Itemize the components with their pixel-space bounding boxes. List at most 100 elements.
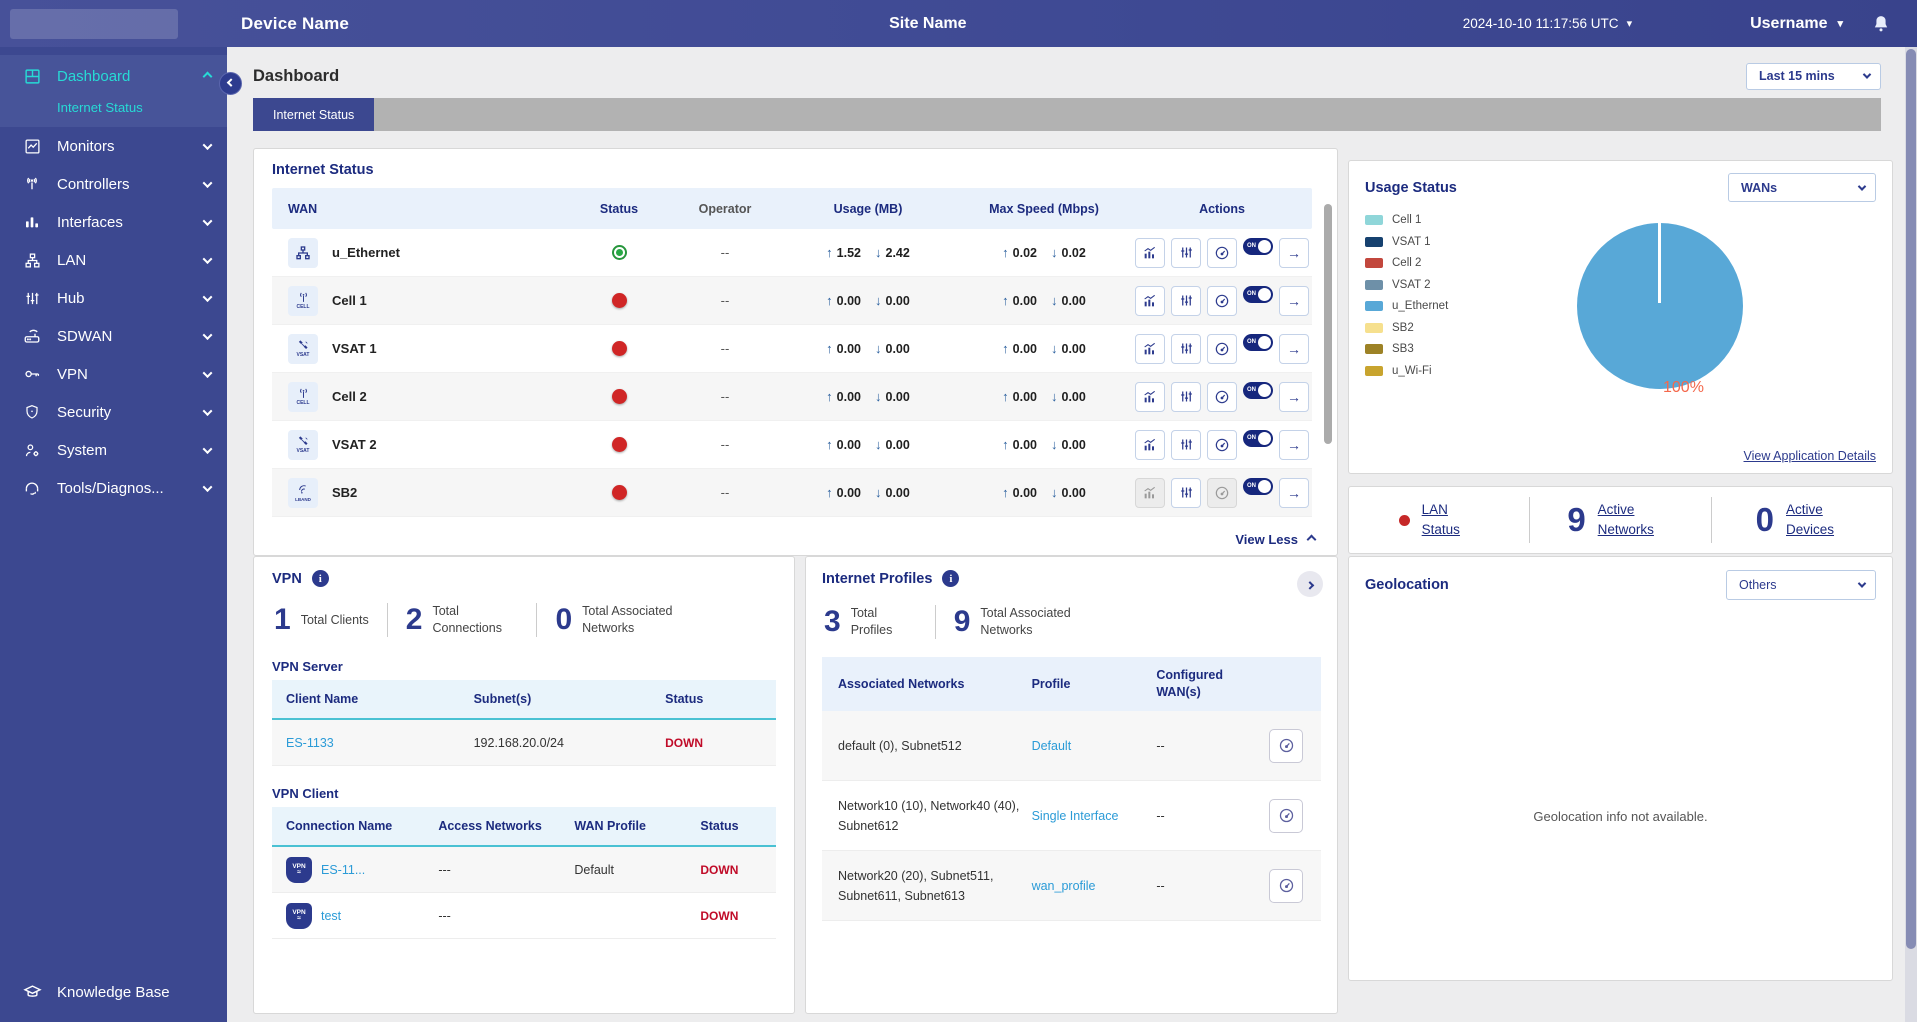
active-devices-link[interactable]: Active Devices (1786, 500, 1848, 541)
wan-enable-toggle[interactable]: ON (1243, 285, 1273, 303)
details-arrow-button[interactable]: → (1279, 285, 1309, 316)
sidebar-subitem-internet-status[interactable]: Internet Status (0, 95, 227, 119)
chart-button[interactable] (1135, 285, 1165, 316)
speed-test-button[interactable] (1269, 798, 1304, 833)
scrollbar-thumb[interactable] (1906, 49, 1916, 949)
sidebar-item-tools-diagnostics[interactable]: Tools/Diagnos... (0, 469, 227, 507)
speed-test-button[interactable] (1207, 381, 1237, 412)
profiles-row: default (0), Subnet512 Default -- (822, 711, 1321, 781)
geolocation-filter-select[interactable]: Others (1726, 570, 1876, 600)
sidebar-item-label: SDWAN (57, 327, 113, 345)
view-application-details-link[interactable]: View Application Details (1744, 449, 1876, 463)
sidebar-item-system[interactable]: System (0, 431, 227, 469)
sliders-button[interactable] (1171, 381, 1201, 412)
sidebar-item-monitors[interactable]: Monitors (0, 127, 227, 165)
sidebar-item-label: VPN (57, 365, 88, 383)
tab-internet-status[interactable]: Internet Status (253, 98, 375, 131)
details-arrow-button[interactable]: → (1279, 381, 1309, 412)
lan-status-item: LAN Status (1349, 497, 1529, 543)
operator-value: -- (720, 293, 730, 308)
vpn-panel: VPN i 1 Total Clients 2 Total Connection… (253, 556, 795, 1014)
table-row: VSAT VSAT 1 -- ↑ 0.00 ↓ 0.00 ↑ 0.00 ↓ 0.00 (272, 325, 1312, 373)
wan-enable-toggle[interactable]: ON (1243, 237, 1273, 255)
speed-test-button[interactable] (1207, 285, 1237, 316)
sliders-button[interactable] (1171, 429, 1201, 460)
wan-name: SB2 (332, 485, 358, 500)
knowledge-base-link[interactable]: Knowledge Base (0, 972, 227, 1012)
hub-icon (22, 288, 42, 308)
geolocation-title: Geolocation (1365, 577, 1449, 593)
lan-icon (22, 250, 42, 270)
configured-wans-value: -- (1156, 878, 1165, 893)
vpn-client-name-link[interactable]: ES-1133 (286, 736, 334, 750)
sidebar-item-sdwan[interactable]: SDWAN (0, 317, 227, 355)
controllers-icon (22, 174, 42, 194)
profile-link[interactable]: Default (1032, 739, 1072, 753)
ethernet-icon (288, 237, 318, 268)
wan-enable-toggle[interactable]: ON (1243, 333, 1273, 351)
page-scrollbar[interactable] (1905, 47, 1917, 1022)
speed-test-button[interactable] (1207, 429, 1237, 460)
notifications-button[interactable] (1871, 14, 1891, 34)
time-range-select[interactable]: Last 15 mins (1746, 62, 1881, 90)
upload-icon: ↑ (1002, 245, 1009, 260)
sliders-button[interactable] (1171, 285, 1201, 316)
legend-item: SB2 (1365, 322, 1448, 334)
time-range-value: Last 15 mins (1759, 69, 1835, 83)
usage-filter-select[interactable]: WANs (1728, 173, 1876, 202)
view-less-link[interactable]: View Less (1235, 532, 1317, 547)
speed-test-button[interactable] (1269, 728, 1304, 763)
upload-icon: ↑ (826, 245, 833, 260)
datetime-dropdown[interactable]: 2024-10-10 11:17:56 UTC ▾ (1463, 16, 1632, 31)
profile-link[interactable]: wan_profile (1032, 879, 1096, 893)
speed-test-button[interactable] (1207, 333, 1237, 364)
info-icon[interactable]: i (311, 570, 329, 587)
lband-icon: LBAND (288, 477, 318, 508)
col-max-speed: Max Speed (Mbps) (989, 201, 1099, 216)
chevron-down-icon (202, 443, 213, 454)
vpn-connection-name-link[interactable]: ES-11... (321, 863, 365, 877)
details-arrow-button[interactable]: → (1279, 477, 1309, 508)
info-icon[interactable]: i (942, 570, 960, 587)
shield-icon (22, 402, 42, 422)
sidebar-item-lan[interactable]: LAN (0, 241, 227, 279)
sidebar-item-label: System (57, 441, 108, 459)
wan-enable-toggle[interactable]: ON (1243, 381, 1273, 399)
legend-item: Cell 2 (1365, 257, 1448, 269)
expand-panel-button[interactable] (1297, 571, 1323, 597)
sliders-button[interactable] (1171, 477, 1201, 508)
interfaces-icon (22, 212, 42, 232)
lan-status-link[interactable]: LAN Status (1422, 500, 1480, 541)
vpn-connection-name-link[interactable]: test (321, 909, 341, 923)
status-up-indicator (611, 245, 627, 260)
chart-button[interactable] (1135, 333, 1165, 364)
main-content: Dashboard Last 15 mins Internet Status I… (227, 47, 1905, 1022)
usage-pie-chart[interactable]: 100% (1577, 223, 1743, 396)
sidebar-item-hub[interactable]: Hub (0, 279, 227, 317)
sidebar-collapse-button[interactable] (219, 72, 242, 95)
sidebar-item-vpn[interactable]: VPN (0, 355, 227, 393)
sliders-button[interactable] (1171, 237, 1201, 268)
sidebar-item-controllers[interactable]: Controllers (0, 165, 227, 203)
wan-enable-toggle[interactable]: ON (1243, 429, 1273, 447)
user-menu[interactable]: Username ▾ (1750, 15, 1843, 33)
profile-link[interactable]: Single Interface (1032, 809, 1119, 823)
chart-button[interactable] (1135, 237, 1165, 268)
sidebar-item-dashboard[interactable]: Dashboard (0, 57, 227, 95)
sidebar-item-security[interactable]: Security (0, 393, 227, 431)
speed-test-button[interactable] (1207, 237, 1237, 268)
speed-test-button[interactable] (1269, 868, 1304, 903)
profiles-stat-networks: 9 Total Associated Networks (934, 605, 1117, 639)
chart-button[interactable] (1135, 429, 1165, 460)
wan-enable-toggle[interactable]: ON (1243, 477, 1273, 495)
details-arrow-button[interactable]: → (1279, 237, 1309, 268)
sidebar-item-interfaces[interactable]: Interfaces (0, 203, 227, 241)
sliders-button[interactable] (1171, 333, 1201, 364)
active-networks-link[interactable]: Active Networks (1598, 500, 1674, 541)
chart-button[interactable] (1135, 381, 1165, 412)
details-arrow-button[interactable]: → (1279, 429, 1309, 460)
table-row: u_Ethernet -- ↑ 1.52 ↓ 2.42 ↑ 0.02 ↓ 0.02 (272, 229, 1312, 277)
details-arrow-button[interactable]: → (1279, 333, 1309, 364)
table-scrollbar[interactable] (1324, 204, 1332, 444)
usage-status-title: Usage Status (1365, 179, 1457, 196)
